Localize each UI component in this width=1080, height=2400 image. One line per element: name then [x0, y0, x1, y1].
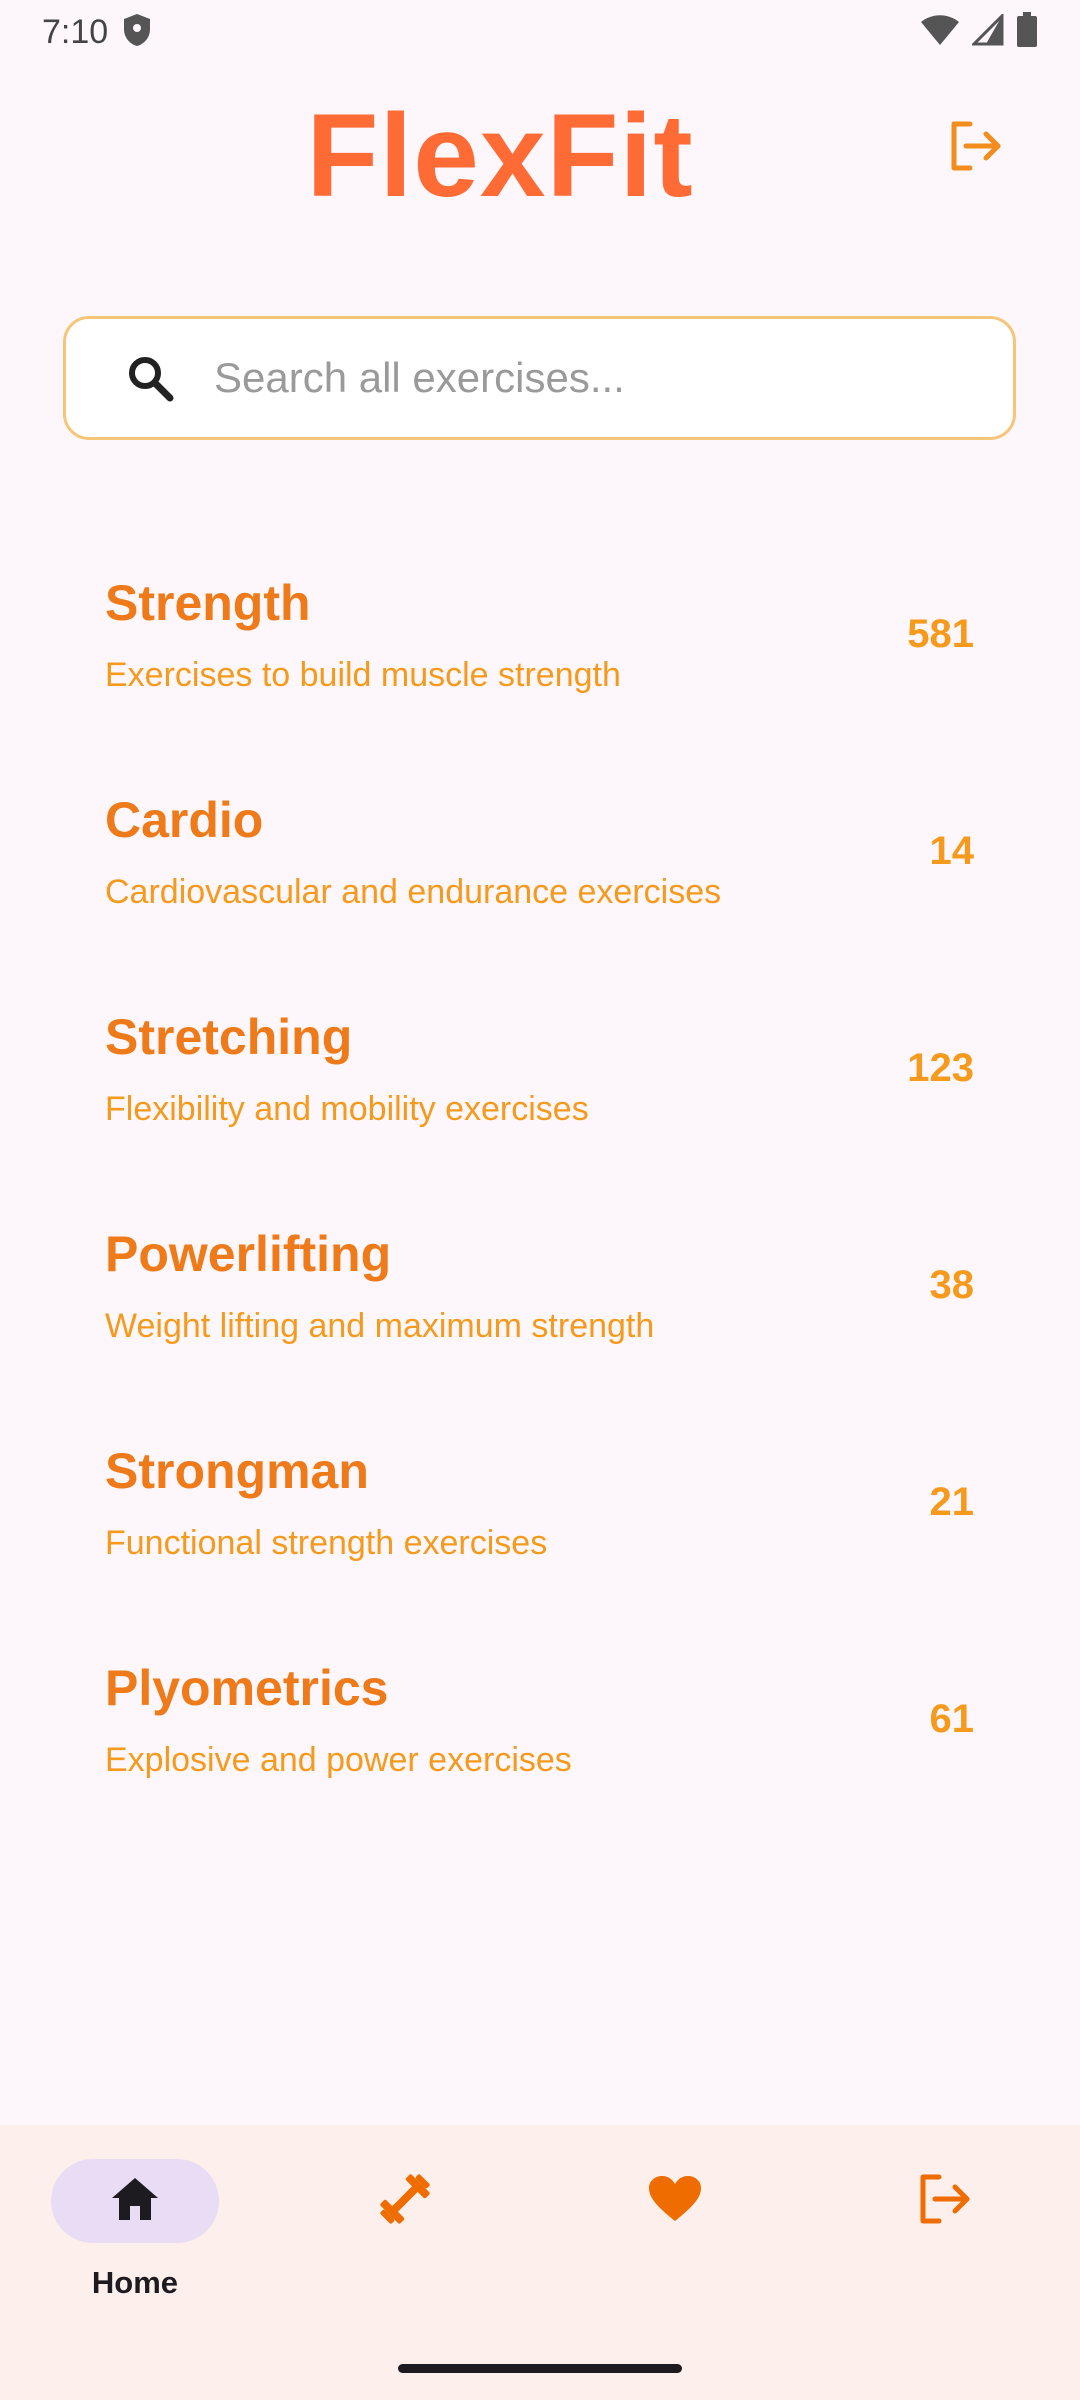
category-description: Explosive and power exercises — [105, 1741, 572, 1779]
dumbbell-icon — [377, 2171, 433, 2232]
category-name: Strength — [105, 575, 311, 631]
nav-item-logout[interactable] — [810, 2159, 1080, 2329]
screen: 7:10 FlexFit Search all exercises... Str… — [0, 0, 1080, 2400]
category-count: 61 — [929, 1697, 975, 1741]
search-input[interactable] — [214, 354, 974, 402]
battery-icon — [1016, 11, 1038, 53]
signal-icon — [970, 11, 1004, 51]
category-item-plyometrics[interactable]: Plyometrics Explosive and power exercise… — [0, 1633, 1080, 1850]
nav-item-favorites[interactable] — [540, 2159, 810, 2329]
heart-icon — [648, 2175, 702, 2228]
category-item-strongman[interactable]: Strongman Functional strength exercises … — [0, 1416, 1080, 1633]
gesture-bar[interactable] — [398, 2364, 682, 2373]
status-right — [920, 11, 1038, 53]
search-icon — [120, 348, 180, 408]
category-count: 581 — [907, 612, 974, 656]
category-count: 38 — [929, 1263, 975, 1307]
category-item-stretching[interactable]: Stretching Flexibility and mobility exer… — [0, 982, 1080, 1199]
logout-button[interactable] — [940, 112, 1012, 184]
nav-pill — [591, 2159, 759, 2243]
wifi-icon — [920, 14, 960, 51]
home-icon — [110, 2176, 160, 2227]
category-item-powerlifting[interactable]: Powerlifting Weight lifting and maximum … — [0, 1199, 1080, 1416]
nav-pill — [861, 2159, 1029, 2243]
logout-icon — [917, 2173, 973, 2230]
nav-active-indicator — [51, 2159, 219, 2243]
logout-icon — [948, 120, 1004, 177]
category-count: 123 — [907, 1046, 974, 1090]
nav-label-home: Home — [91, 2265, 179, 2300]
category-count: 14 — [929, 829, 975, 873]
category-name: Cardio — [105, 792, 264, 848]
search-box[interactable] — [63, 316, 1016, 440]
nav-pill — [321, 2159, 489, 2243]
status-bar: 7:10 — [0, 0, 1080, 64]
category-count: 21 — [929, 1480, 975, 1524]
category-item-strength[interactable]: Strength Exercises to build muscle stren… — [0, 548, 1080, 765]
category-description: Functional strength exercises — [105, 1524, 548, 1562]
category-description: Weight lifting and maximum strength — [105, 1307, 655, 1345]
app-title: FlexFit — [306, 90, 694, 222]
bottom-nav: Home — [0, 2125, 1080, 2400]
category-description: Flexibility and mobility exercises — [105, 1090, 589, 1128]
category-name: Strongman — [105, 1443, 369, 1499]
category-name: Powerlifting — [105, 1226, 392, 1282]
shield-icon — [122, 13, 152, 52]
category-list: Strength Exercises to build muscle stren… — [0, 548, 1080, 1850]
status-time: 7:10 — [42, 12, 109, 51]
category-name: Plyometrics — [105, 1660, 389, 1716]
category-item-cardio[interactable]: Cardio Cardiovascular and endurance exer… — [0, 765, 1080, 982]
category-name: Stretching — [105, 1009, 353, 1065]
category-description: Cardiovascular and endurance exercises — [105, 873, 722, 911]
nav-item-home[interactable]: Home — [0, 2159, 270, 2329]
category-description: Exercises to build muscle strength — [105, 656, 621, 694]
status-left: 7:10 — [42, 13, 152, 52]
nav-item-exercises[interactable] — [270, 2159, 540, 2329]
